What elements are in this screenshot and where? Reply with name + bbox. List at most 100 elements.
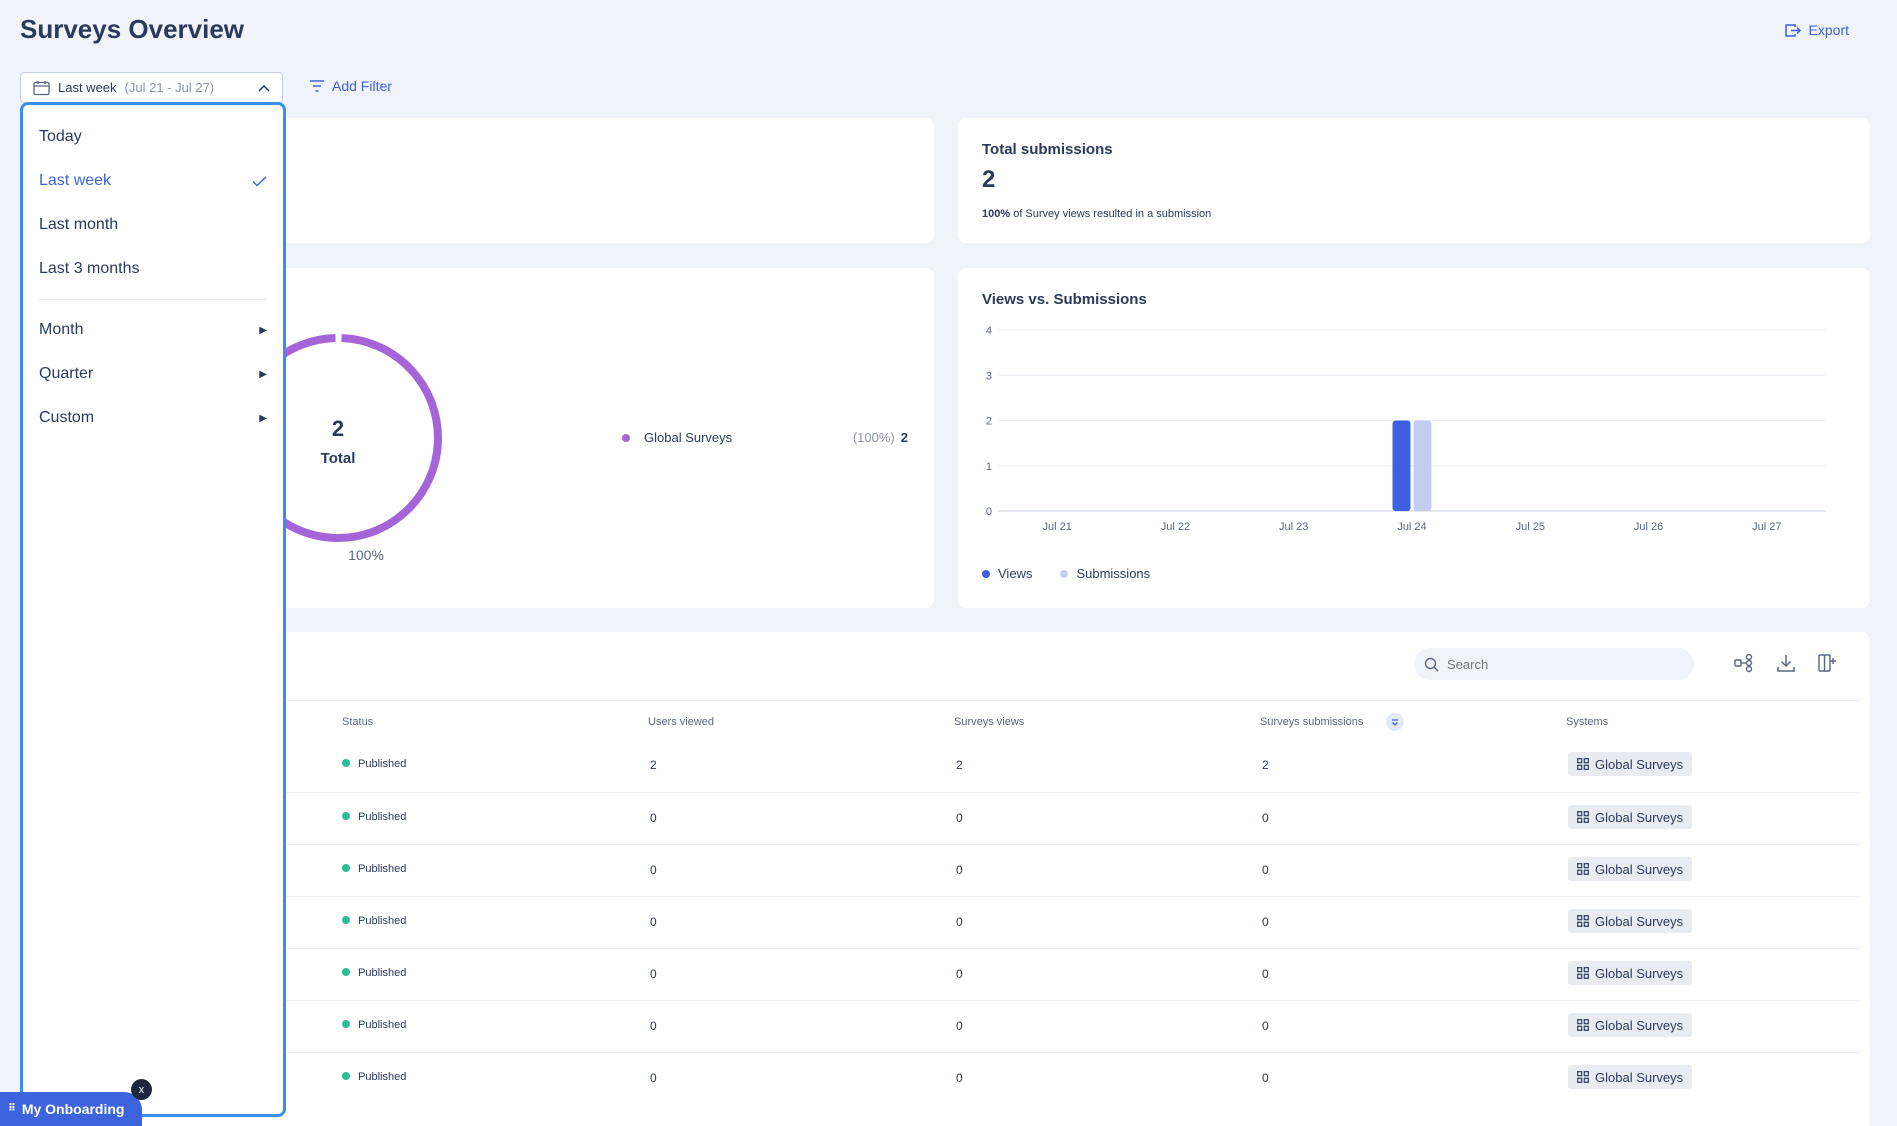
submissions-cell: 0 <box>1262 1019 1269 1033</box>
views-cell: 0 <box>956 967 963 981</box>
option-month[interactable]: Month ▶ <box>23 308 283 352</box>
legend-views-label: Views <box>998 566 1033 581</box>
export-label: Export <box>1808 22 1849 38</box>
option-last-3-months[interactable]: Last 3 months <box>23 247 283 291</box>
system-chip: Global Surveys <box>1568 857 1693 881</box>
bar-views[interactable] <box>1392 420 1411 512</box>
table-header-divider <box>286 700 1860 701</box>
x-tick-label: Jul 23 <box>1279 521 1308 533</box>
date-range-select[interactable]: Last week (Jul 21 - Jul 27) <box>20 72 283 103</box>
status-text: Published <box>358 1019 407 1031</box>
export-icon <box>1784 23 1801 37</box>
x-tick-label: Jul 25 <box>1516 521 1545 533</box>
grid-icon <box>1577 915 1589 927</box>
legend-dot <box>622 433 630 442</box>
x-tick-label: Jul 27 <box>1752 521 1781 533</box>
add-filter-label: Add Filter <box>332 78 392 94</box>
calendar-icon <box>33 80 50 95</box>
option-today[interactable]: Today <box>23 115 283 159</box>
total-submissions-value: 2 <box>982 166 996 193</box>
users-viewed-cell: 0 <box>650 1019 657 1033</box>
legend-value: 2 <box>900 430 908 445</box>
submissions-cell: 0 <box>1262 811 1269 825</box>
y-tick-label: 0 <box>986 506 992 518</box>
status-text: Published <box>358 863 407 875</box>
views-vs-submissions-card: Views vs. Submissions 0 1 2 3 4 Jul 21 Jul 22 J… <box>958 268 1870 608</box>
system-chip: Global Surveys <box>1568 1013 1693 1037</box>
table-row[interactable]: Published 0 0 0 Global Surveys <box>286 844 1860 896</box>
users-viewed-cell: 0 <box>650 863 657 877</box>
option-label: Custom <box>39 409 95 426</box>
bar-submissions[interactable] <box>1413 420 1432 512</box>
option-label: Month <box>39 321 84 338</box>
status-cell: Published <box>342 863 406 875</box>
option-custom[interactable]: Custom ▶ <box>23 396 283 440</box>
table-row[interactable]: Published 0 0 0 Global Surveys <box>286 896 1860 948</box>
column-users-viewed[interactable]: Users viewed <box>648 716 714 728</box>
views-cell: 0 <box>956 811 963 825</box>
caret-right-icon: ▶ <box>259 324 267 336</box>
status-text: Published <box>358 967 407 979</box>
option-label: Last 3 months <box>39 260 140 277</box>
status-cell: Published <box>342 915 406 927</box>
legend-pct: (100%) <box>852 430 895 445</box>
submissions-cell: 2 <box>1262 758 1269 772</box>
caret-right-icon: ▶ <box>259 368 267 380</box>
search-input[interactable] <box>1447 656 1667 672</box>
table-row[interactable]: Published 0 0 0 Global Surveys <box>286 1000 1860 1052</box>
grid-icon <box>1577 967 1589 979</box>
submission-rate: 100% <box>982 208 1011 220</box>
option-last-week[interactable]: Last week <box>23 159 283 203</box>
column-systems[interactable]: Systems <box>1566 716 1608 728</box>
total-submissions-title: Total submissions <box>982 141 1113 158</box>
add-filter-button[interactable]: Add Filter <box>310 78 392 94</box>
users-viewed-cell: 0 <box>650 811 657 825</box>
my-onboarding-button[interactable]: ⠿ My Onboarding <box>0 1092 142 1126</box>
sort-desc-icon[interactable] <box>1386 713 1404 731</box>
close-onboarding-button[interactable]: x <box>131 1079 152 1100</box>
y-tick-label: 2 <box>986 416 992 428</box>
table-row[interactable]: Published 0 0 0 Global Surveys <box>286 792 1860 844</box>
status-dot <box>342 759 350 767</box>
search-box[interactable] <box>1414 648 1694 680</box>
option-quarter[interactable]: Quarter ▶ <box>23 352 283 396</box>
system-chip: Global Surveys <box>1568 752 1693 776</box>
chart-legend: Views Submissions <box>982 566 1150 581</box>
column-status[interactable]: Status <box>342 716 373 728</box>
submission-rate-text: of Survey views resulted in a submission <box>1013 208 1212 220</box>
status-cell: Published <box>342 1071 406 1083</box>
status-dot <box>342 1072 350 1080</box>
donut-center-label: Total <box>320 450 356 467</box>
grid-icon <box>1577 811 1589 823</box>
page-title: Surveys Overview <box>20 14 245 44</box>
users-viewed-cell: 0 <box>650 1071 657 1085</box>
table-row[interactable]: Published 2 2 2 Global Surveys <box>286 740 1860 792</box>
grid-icon <box>1577 1071 1589 1083</box>
status-cell: Published <box>342 758 406 770</box>
total-submissions-card: Total submissions 2 100% of Survey views… <box>958 118 1870 243</box>
legend-submissions: Submissions <box>1060 566 1150 581</box>
chevron-up-icon <box>258 84 270 92</box>
table-row[interactable]: Published 0 0 0 Global Surveys <box>286 1052 1860 1104</box>
legend-dot-submissions <box>1060 569 1069 578</box>
export-button[interactable]: Export <box>1784 22 1849 38</box>
column-surveys-views[interactable]: Surveys views <box>954 716 1024 728</box>
submissions-cell: 0 <box>1262 863 1269 877</box>
donut-percent-label: 100% <box>348 547 384 563</box>
download-icon[interactable] <box>1775 652 1797 674</box>
y-tick-label: 4 <box>986 325 992 337</box>
table-row[interactable]: Published 0 0 0 Global Surveys <box>286 948 1860 1000</box>
grid-icon <box>1577 863 1589 875</box>
option-last-month[interactable]: Last month <box>23 203 283 247</box>
add-column-icon[interactable] <box>1816 652 1838 674</box>
system-name: Global Surveys <box>1595 913 1684 929</box>
column-surveys-submissions[interactable]: Surveys submissions <box>1260 716 1363 728</box>
hierarchy-icon[interactable] <box>1733 652 1755 674</box>
status-dot <box>342 812 350 820</box>
option-label: Last month <box>39 216 119 233</box>
legend-submissions-label: Submissions <box>1076 566 1151 581</box>
x-tick-label: Jul 24 <box>1397 521 1426 533</box>
search-icon <box>1424 657 1439 671</box>
system-chip: Global Surveys <box>1568 909 1693 933</box>
status-text: Published <box>358 758 407 770</box>
